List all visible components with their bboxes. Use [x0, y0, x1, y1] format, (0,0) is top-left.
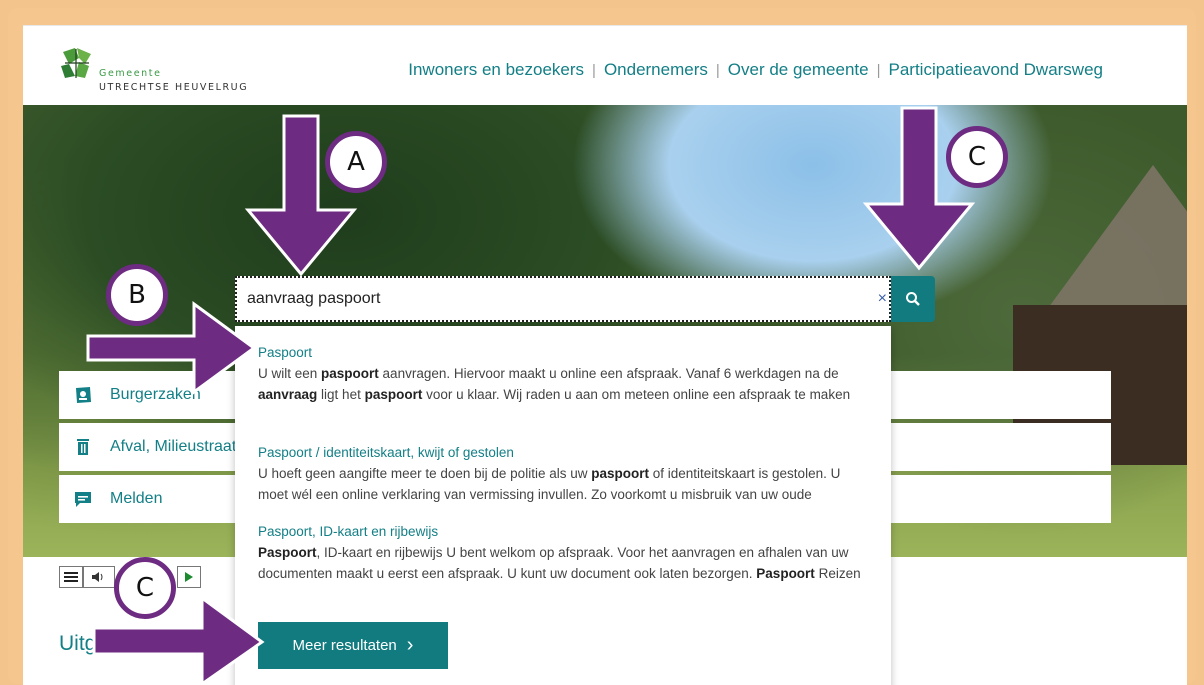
- nav-inwoners[interactable]: Inwoners en bezoekers: [408, 60, 584, 80]
- logo-line-2: UTRECHTSE HEUVELRUG: [99, 82, 249, 93]
- chevron-right-icon: ›: [406, 634, 414, 656]
- highlighted-term: paspoort: [364, 387, 423, 402]
- highlighted-term: Paspoort: [756, 566, 815, 581]
- nav-ondernemers[interactable]: Ondernemers: [604, 60, 708, 80]
- logo-icon[interactable]: [59, 46, 93, 80]
- nav-separator: |: [876, 61, 881, 79]
- search-box: ×: [235, 276, 891, 322]
- result-title[interactable]: Paspoort / identiteitskaart, kwijt of ge…: [258, 443, 868, 463]
- result-item-1[interactable]: Paspoort U wilt een paspoort aanvragen. …: [258, 343, 868, 405]
- nav-separator: |: [592, 61, 596, 79]
- chat-icon: [75, 492, 91, 507]
- nav-over-de-gemeente[interactable]: Over de gemeente: [728, 60, 869, 80]
- quicklink-label: Afval, Milieustraat: [110, 438, 237, 455]
- trash-icon: [77, 439, 89, 455]
- result-title[interactable]: Paspoort, ID-kaart en rijbewijs: [258, 522, 868, 542]
- speaker-button[interactable]: [83, 566, 115, 588]
- play-icon: [185, 572, 193, 582]
- logo-line-1: Gemeente: [99, 68, 162, 79]
- highlighted-term: aanvraag: [258, 387, 318, 402]
- annotation-label-a: A: [325, 131, 387, 193]
- highlighted-term: paspoort: [321, 366, 379, 381]
- clear-search-icon[interactable]: ×: [878, 290, 887, 308]
- result-description: U hoeft geen aangifte meer te doen bij d…: [258, 466, 841, 502]
- search-input[interactable]: [247, 290, 847, 308]
- menu-icon: [64, 572, 78, 582]
- result-description: U wilt een paspoort aanvragen. Hiervoor …: [258, 366, 851, 402]
- result-item-3[interactable]: Paspoort, ID-kaart en rijbewijs Paspoort…: [258, 522, 868, 584]
- search-icon: [906, 292, 920, 306]
- annotation-label-b: B: [106, 264, 168, 326]
- menu-button[interactable]: [59, 566, 83, 588]
- result-title[interactable]: Paspoort: [258, 343, 868, 363]
- nav-separator: |: [715, 61, 720, 79]
- annotation-label-c-top: C: [946, 126, 1008, 188]
- thatched-roof-shape: [1043, 165, 1187, 315]
- nav-participatieavond[interactable]: Participatieavond Dwarsweg: [889, 60, 1104, 80]
- result-item-2[interactable]: Paspoort / identiteitskaart, kwijt of ge…: [258, 443, 868, 505]
- speaker-icon: [92, 572, 103, 582]
- more-results-button[interactable]: Meer resultaten ›: [258, 622, 448, 669]
- main-nav: Inwoners en bezoekers | Ondernemers | Ov…: [408, 60, 1103, 80]
- more-results-label: Meer resultaten: [292, 637, 397, 654]
- annotation-label-c-bottom: C: [114, 557, 176, 619]
- quicklink-label: Melden: [110, 490, 163, 507]
- highlighted-term: paspoort: [591, 466, 649, 481]
- result-description: Paspoort, ID-kaart en rijbewijs U bent w…: [258, 545, 861, 581]
- highlighted-term: Paspoort: [258, 545, 317, 560]
- annotation-arrow-b: [86, 301, 257, 395]
- play-button[interactable]: [177, 566, 201, 588]
- search-button[interactable]: [891, 276, 935, 322]
- annotation-arrow-c-bottom: [92, 595, 265, 684]
